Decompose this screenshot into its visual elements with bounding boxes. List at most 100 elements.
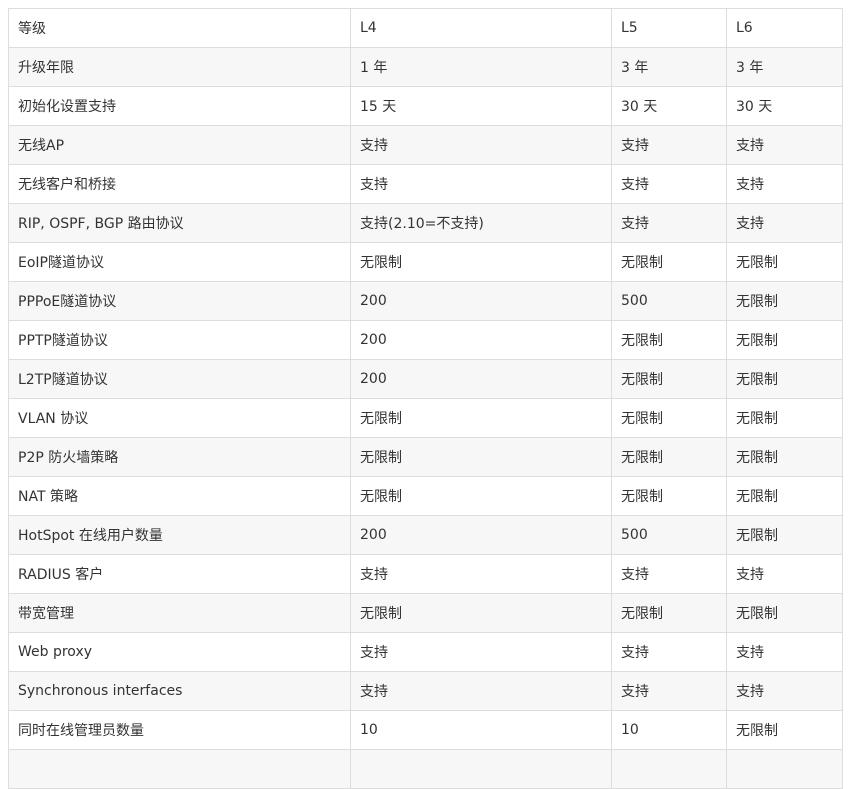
l5-cell: 支持 [611,554,727,594]
l6-cell: 无限制 [726,398,843,438]
table-row: RADIUS 客户 支持 支持 支持 [8,554,843,594]
l4-cell: 200 [350,515,612,555]
l6-cell: 支持 [726,671,843,711]
l6-cell: 支持 [726,164,843,204]
l4-cell: 无限制 [350,593,612,633]
feature-cell: 带宽管理 [8,593,351,633]
feature-cell: NAT 策略 [8,476,351,516]
l4-cell [350,749,612,789]
l4-cell: 无限制 [350,476,612,516]
table-row: VLAN 协议 无限制 无限制 无限制 [8,398,843,438]
l5-cell: 无限制 [611,320,727,360]
l5-cell [611,749,727,789]
feature-cell: VLAN 协议 [8,398,351,438]
l4-cell: 支持(2.10=不支持) [350,203,612,243]
feature-cell [8,749,351,789]
l4-cell: 支持 [350,164,612,204]
table-row: 无线AP 支持 支持 支持 [8,125,843,165]
l5-cell: 无限制 [611,476,727,516]
table-row: EoIP隧道协议 无限制 无限制 无限制 [8,242,843,282]
feature-cell: PPTP隧道协议 [8,320,351,360]
l5-cell: 支持 [611,164,727,204]
table-row: P2P 防火墙策略 无限制 无限制 无限制 [8,437,843,477]
header-cell-l5: L5 [611,8,727,48]
l4-cell: 200 [350,281,612,321]
table-body: 等级 L4 L5 L6 升级年限 1 年 3 年 3 年初始化设置支持 15 天… [8,8,843,789]
l6-cell: 支持 [726,203,843,243]
feature-cell: 同时在线管理员数量 [8,710,351,750]
feature-cell: 初始化设置支持 [8,86,351,126]
l6-cell: 无限制 [726,320,843,360]
l5-cell: 10 [611,710,727,750]
l5-cell: 500 [611,515,727,555]
l4-cell: 支持 [350,554,612,594]
table-row: 升级年限 1 年 3 年 3 年 [8,47,843,87]
l5-cell: 支持 [611,671,727,711]
l6-cell: 无限制 [726,281,843,321]
l5-cell: 无限制 [611,242,727,282]
feature-cell: P2P 防火墙策略 [8,437,351,477]
l6-cell: 30 天 [726,86,843,126]
l5-cell: 支持 [611,632,727,672]
table-row: RIP, OSPF, BGP 路由协议 支持(2.10=不支持) 支持 支持 [8,203,843,243]
l6-cell: 支持 [726,632,843,672]
feature-cell: Synchronous interfaces [8,671,351,711]
l5-cell: 3 年 [611,47,727,87]
l6-cell: 支持 [726,125,843,165]
l5-cell: 无限制 [611,593,727,633]
l5-cell: 支持 [611,203,727,243]
feature-cell: 无线客户和桥接 [8,164,351,204]
l4-cell: 10 [350,710,612,750]
l6-cell [726,749,843,789]
table-row [8,749,843,789]
feature-cell: EoIP隧道协议 [8,242,351,282]
feature-cell: RIP, OSPF, BGP 路由协议 [8,203,351,243]
feature-cell: RADIUS 客户 [8,554,351,594]
l4-cell: 支持 [350,671,612,711]
header-cell-l6: L6 [726,8,843,48]
license-comparison-table-container: 等级 L4 L5 L6 升级年限 1 年 3 年 3 年初始化设置支持 15 天… [8,8,843,789]
l5-cell: 支持 [611,125,727,165]
table-row: HotSpot 在线用户数量 200 500 无限制 [8,515,843,555]
l4-cell: 200 [350,359,612,399]
table-row: 带宽管理 无限制 无限制 无限制 [8,593,843,633]
feature-cell: HotSpot 在线用户数量 [8,515,351,555]
l4-cell: 1 年 [350,47,612,87]
feature-cell: 升级年限 [8,47,351,87]
license-comparison-table: 等级 L4 L5 L6 升级年限 1 年 3 年 3 年初始化设置支持 15 天… [8,8,843,789]
l5-cell: 无限制 [611,437,727,477]
l4-cell: 15 天 [350,86,612,126]
l5-cell: 无限制 [611,359,727,399]
l5-cell: 30 天 [611,86,727,126]
table-row: Web proxy 支持 支持 支持 [8,632,843,672]
table-row: 无线客户和桥接 支持 支持 支持 [8,164,843,204]
table-row: PPPoE隧道协议 200 500 无限制 [8,281,843,321]
l6-cell: 无限制 [726,515,843,555]
table-row: 同时在线管理员数量 10 10 无限制 [8,710,843,750]
feature-cell: PPPoE隧道协议 [8,281,351,321]
table-row: 初始化设置支持 15 天 30 天 30 天 [8,86,843,126]
l4-cell: 无限制 [350,242,612,282]
feature-cell: 无线AP [8,125,351,165]
l6-cell: 无限制 [726,359,843,399]
l4-cell: 无限制 [350,398,612,438]
table-row: PPTP隧道协议 200 无限制 无限制 [8,320,843,360]
feature-cell: L2TP隧道协议 [8,359,351,399]
l6-cell: 无限制 [726,710,843,750]
l6-cell: 支持 [726,554,843,594]
l6-cell: 无限制 [726,242,843,282]
table-row: NAT 策略 无限制 无限制 无限制 [8,476,843,516]
l6-cell: 无限制 [726,476,843,516]
table-row: Synchronous interfaces 支持 支持 支持 [8,671,843,711]
table-row: L2TP隧道协议 200 无限制 无限制 [8,359,843,399]
feature-cell: Web proxy [8,632,351,672]
l5-cell: 500 [611,281,727,321]
header-cell-level: 等级 [8,8,351,48]
l6-cell: 3 年 [726,47,843,87]
l4-cell: 支持 [350,125,612,165]
l6-cell: 无限制 [726,437,843,477]
l4-cell: 支持 [350,632,612,672]
l5-cell: 无限制 [611,398,727,438]
header-cell-l4: L4 [350,8,612,48]
l4-cell: 无限制 [350,437,612,477]
